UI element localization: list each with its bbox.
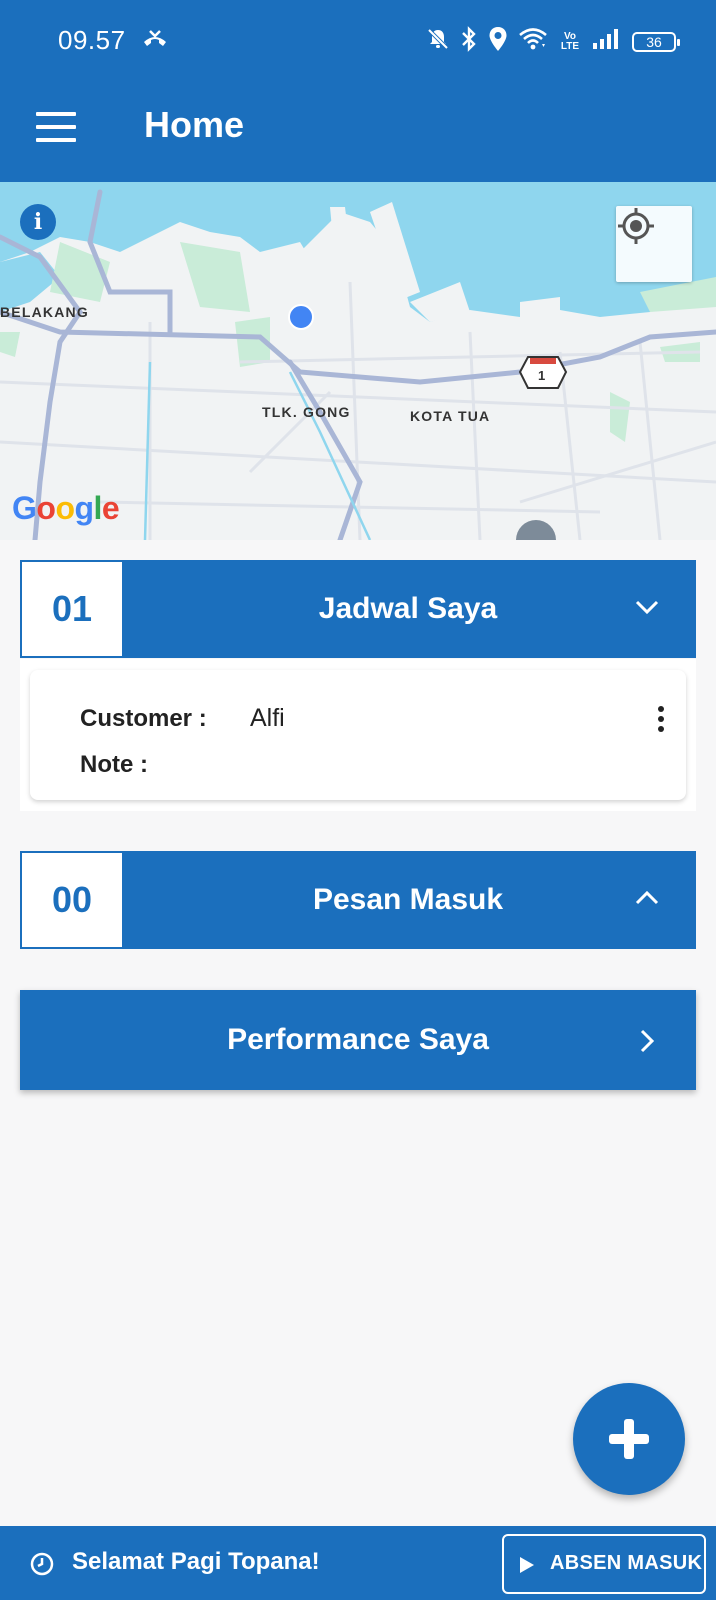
absen-masuk-label: ABSEN MASUK: [550, 1552, 703, 1574]
customer-value: Alfi: [250, 704, 285, 732]
bluetooth-icon: [460, 26, 478, 57]
chevron-right-icon: [640, 1029, 655, 1053]
route-number: 1: [538, 368, 546, 383]
play-icon: [520, 1557, 534, 1573]
clock-icon: [30, 1552, 54, 1576]
map-label-belakang: BELAKANG: [0, 304, 89, 320]
status-bar: 09.57 Vo LTE 36: [0, 0, 716, 80]
status-time: 09.57: [58, 25, 126, 55]
chevron-up-icon: [635, 890, 659, 905]
missed-call-icon: [142, 28, 168, 53]
map-view[interactable]: BELAKANG TLK. GONG KOTA TUA 1 i Google: [0, 182, 716, 540]
svg-text:Google: Google: [12, 490, 119, 526]
performance-label: Performance Saya: [227, 1023, 489, 1056]
hamburger-menu-icon[interactable]: [36, 112, 76, 142]
crosshair-icon: [618, 208, 654, 244]
app-bar: Home: [0, 80, 716, 182]
battery-icon: 36: [632, 31, 680, 52]
schedule-count: 01: [22, 562, 122, 656]
performance-saya-button[interactable]: Performance Saya: [20, 990, 696, 1090]
more-options-icon[interactable]: [656, 706, 666, 736]
status-icons: Vo LTE 36: [426, 26, 680, 57]
customer-label: Customer :: [80, 705, 207, 732]
messages-label: Pesan Masuk: [312, 883, 504, 916]
signal-icon: [592, 28, 622, 55]
greeting-text: Selamat Pagi Topana!: [72, 1548, 320, 1575]
location-pin-icon: [488, 26, 508, 57]
info-icon[interactable]: i: [20, 204, 56, 240]
add-button[interactable]: [573, 1383, 685, 1495]
volte-indicator: Vo LTE: [560, 30, 580, 52]
page-title: Home: [144, 104, 245, 145]
mute-notification-icon: [426, 27, 450, 56]
bottom-bar: Selamat Pagi Topana! ABSEN MASUK: [0, 1526, 716, 1600]
my-location-button[interactable]: [616, 206, 692, 282]
wifi-icon: [518, 27, 548, 56]
section-jadwal-saya[interactable]: 01 Jadwal Saya: [20, 560, 696, 658]
chevron-down-icon: [635, 600, 659, 615]
note-label: Note :: [80, 751, 148, 778]
map-label-kota-tua: KOTA TUA: [410, 408, 491, 424]
schedule-label: Jadwal Saya: [318, 592, 498, 625]
plus-icon: [609, 1419, 649, 1459]
schedule-card[interactable]: Customer : Alfi Note :: [30, 670, 686, 800]
section-pesan-masuk[interactable]: 00 Pesan Masuk: [20, 851, 696, 949]
map-label-tlk-gong: TLK. GONG: [262, 404, 351, 420]
map-tiles: [0, 182, 716, 540]
messages-count: 00: [22, 853, 122, 947]
absen-masuk-button[interactable]: ABSEN MASUK: [502, 1534, 706, 1594]
